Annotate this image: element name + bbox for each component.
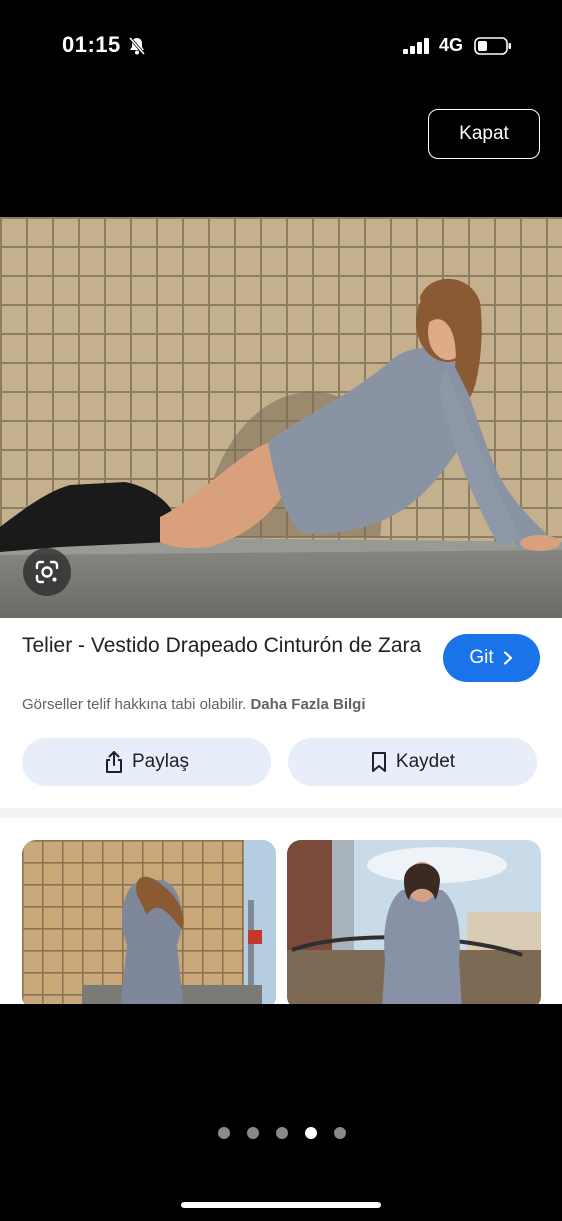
go-button-label: Git xyxy=(469,647,494,668)
page-dot-active[interactable] xyxy=(305,1127,317,1139)
status-bar: 01:15 4G xyxy=(0,0,562,90)
save-label: Kaydet xyxy=(395,751,456,772)
share-icon xyxy=(105,751,122,773)
go-button[interactable]: Git xyxy=(443,634,540,682)
page-dot[interactable] xyxy=(276,1127,288,1139)
page-dot[interactable] xyxy=(218,1127,230,1139)
page-dot[interactable] xyxy=(334,1127,346,1139)
pagination-dots xyxy=(218,1127,346,1139)
save-button[interactable]: Kaydet xyxy=(288,738,537,786)
result-title[interactable]: Telier - Vestido Drapeado Cinturón de Za… xyxy=(22,632,422,660)
result-image[interactable] xyxy=(0,217,562,618)
copyright-text: Görseller telif hakkına tabi olabilir. xyxy=(22,696,247,713)
woman-on-ledge-photo xyxy=(0,217,562,618)
network-type: 4G xyxy=(439,35,464,55)
status-time: 01:15 xyxy=(62,32,121,57)
battery-icon xyxy=(474,37,511,55)
related-image-2[interactable] xyxy=(287,840,541,1004)
woman-back-photo xyxy=(22,840,276,1004)
bell-slash-icon xyxy=(128,37,146,55)
share-label: Paylaş xyxy=(131,751,190,772)
woman-front-photo xyxy=(287,840,541,1004)
result-info-panel: Telier - Vestido Drapeado Cinturón de Za… xyxy=(0,618,562,1004)
lens-icon xyxy=(35,560,59,584)
lens-search-button[interactable] xyxy=(23,548,71,596)
bookmark-icon xyxy=(371,752,386,772)
chevron-right-icon xyxy=(503,651,512,665)
more-info-link[interactable]: Daha Fazla Bilgi xyxy=(250,696,365,713)
home-indicator[interactable] xyxy=(181,1202,381,1208)
page-dot[interactable] xyxy=(247,1127,259,1139)
copyright-notice: Görseller telif hakkına tabi olabilir. D… xyxy=(22,696,365,713)
section-divider xyxy=(0,808,562,818)
share-button[interactable]: Paylaş xyxy=(22,738,271,786)
related-image-1[interactable] xyxy=(22,840,276,1004)
close-button[interactable]: Kapat xyxy=(428,109,540,159)
signal-icon xyxy=(403,38,429,54)
